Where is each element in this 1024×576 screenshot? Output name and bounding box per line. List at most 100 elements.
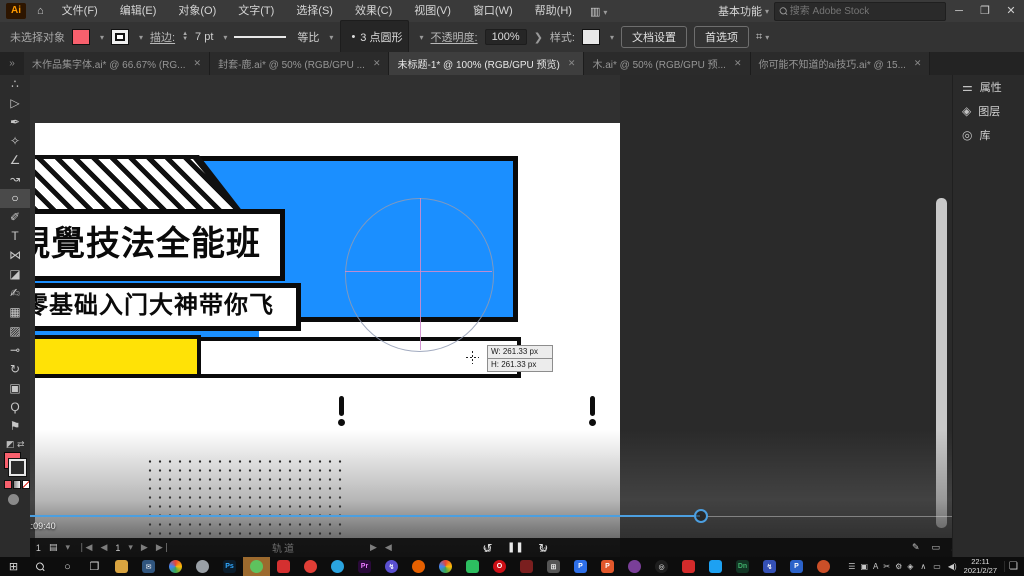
restore-button[interactable]: ❐ (972, 0, 998, 22)
next-file-icon[interactable]: ▶❘ (156, 542, 170, 553)
tab-overflow-icon[interactable]: » (0, 52, 24, 75)
tab-close-icon[interactable]: ✕ (194, 58, 202, 69)
brush-dropdown-icon[interactable]: ▾ (419, 33, 423, 42)
panel-tab-libraries[interactable]: ◎库 (953, 123, 1024, 147)
swap-fill-stroke-icon[interactable]: ◩ ⇄ (6, 439, 30, 450)
menu-窗口W[interactable]: 窗口(W) (462, 0, 524, 22)
opacity-expand-icon[interactable]: ❯ (534, 31, 543, 44)
brush-select[interactable]: •3 点圆形 (340, 20, 409, 54)
paintbrush-tool-icon[interactable]: ✐ (0, 208, 30, 227)
taskbar-app-obs[interactable]: ◎ (648, 557, 675, 576)
artboard[interactable]: 視覺技法全能班 零基础入门大神带你飞 W: 261.33 px H: 261.3… (35, 123, 620, 557)
cortana-icon[interactable]: ○ (54, 561, 81, 573)
isolate-icon[interactable]: ⌗▾ (756, 31, 769, 44)
tab-close-icon[interactable]: ✕ (568, 58, 576, 69)
ab-repeat-start-icon[interactable]: ▶ (370, 542, 377, 553)
pause-icon[interactable]: ❚❚ (507, 542, 524, 553)
ab-repeat-end-icon[interactable]: ◀ (385, 542, 392, 553)
shaper-tool-icon[interactable]: ✍ (0, 284, 30, 303)
reflect-tool-icon[interactable]: ⋈ (0, 246, 30, 265)
taskbar-app-evernote[interactable] (459, 557, 486, 576)
task-view-icon[interactable]: ❐ (81, 560, 108, 573)
taskbar-app-purple-circle-app[interactable] (621, 557, 648, 576)
search-input[interactable] (788, 5, 922, 18)
taskbar-app-ppt-orange[interactable] (810, 557, 837, 576)
gradient-mode-icon[interactable] (13, 480, 21, 489)
zoom-tool-icon[interactable]: Ϙ (0, 398, 30, 417)
fill-stroke-indicator[interactable] (4, 452, 26, 476)
magic-wand-tool-icon[interactable]: ✧ (0, 132, 30, 151)
taskbar-app-grid-app[interactable]: ⊞ (540, 557, 567, 576)
tab-close-icon[interactable]: ✕ (734, 58, 742, 69)
stock-search[interactable]: Ϙ (774, 2, 946, 21)
edit-pencil-icon[interactable]: ✎ (912, 542, 920, 553)
opacity-link[interactable]: 不透明度: (431, 29, 478, 45)
color-mode-icon[interactable] (4, 480, 12, 489)
taskbar-search-icon[interactable]: Ϙ (27, 553, 55, 576)
menu-效果C[interactable]: 效果(C) (344, 0, 403, 22)
artboard-tool-icon[interactable]: ▣ (0, 379, 30, 398)
rotate-tool-icon[interactable]: ↻ (0, 360, 30, 379)
fill-dropdown-icon[interactable]: ▾ (100, 33, 104, 42)
taskbar-app-photoshop[interactable]: Ps (216, 557, 243, 576)
profile-dropdown-icon[interactable]: ▾ (329, 33, 333, 42)
screen-capture-icon[interactable]: ▤ (49, 542, 58, 553)
document-tab-3[interactable]: 未标题-1* @ 100% (RGB/GPU 预览)✕ (389, 52, 584, 75)
progress-handle[interactable] (694, 509, 708, 523)
close-button[interactable]: ✕ (998, 0, 1024, 22)
shape-builder-tool-icon[interactable]: ∴ (0, 75, 30, 94)
tray-icon-1[interactable]: ☰ (848, 562, 855, 571)
none-mode-icon[interactable] (22, 480, 30, 489)
document-tab-5[interactable]: 你可能不知道的ai技巧.ai* @ 15...✕ (751, 52, 931, 75)
tray-icon-3[interactable]: A (873, 562, 878, 571)
tray-icon-5[interactable]: ⚙ (895, 562, 902, 571)
taskbar-app-twitter[interactable] (702, 557, 729, 576)
progress-bar-elapsed[interactable] (0, 515, 700, 517)
taskbar-app-edge-blue[interactable] (324, 557, 351, 576)
taskbar-app-gray-circle-app[interactable] (189, 557, 216, 576)
tab-close-icon[interactable]: ✕ (914, 58, 922, 69)
taskbar-app-chrome[interactable] (432, 557, 459, 576)
document-tab-2[interactable]: 封套-鹿.ai* @ 50% (RGB/GPU ...✕ (210, 52, 389, 75)
profile-label[interactable]: 等比 (297, 29, 319, 45)
tray-icon-6[interactable]: ◈ (907, 562, 913, 571)
taskbar-app-p-blue-app-2[interactable]: P (783, 557, 810, 576)
style-dropdown-icon[interactable]: ▾ (610, 33, 614, 42)
menu-文件F[interactable]: 文件(F) (51, 0, 109, 22)
stroke-color-box[interactable] (9, 459, 26, 476)
canvas-area[interactable]: 視覺技法全能班 零基础入门大神带你飞 W: 261.33 px H: 261.3… (30, 75, 952, 557)
speed-value[interactable]: 1 (115, 543, 120, 553)
direct-selection-tool-icon[interactable]: ▷ (0, 94, 30, 113)
panel-tab-layers[interactable]: ◈图层 (953, 99, 1024, 123)
line-segment-tool-icon[interactable]: ∠ (0, 151, 30, 170)
eraser-tool-icon[interactable]: ◪ (0, 265, 30, 284)
vertical-scrollbar[interactable] (936, 198, 947, 528)
action-center-icon[interactable]: ❏ (1004, 561, 1018, 572)
style-swatch[interactable] (582, 29, 600, 45)
menu-对象O[interactable]: 对象(O) (167, 0, 227, 22)
tray-expand-icon[interactable]: ∧ (920, 562, 926, 571)
document-tab-1[interactable]: 木作品集字体.ai* @ 66.67% (RG...✕ (24, 52, 210, 75)
document-tab-4[interactable]: 木.ai* @ 50% (RGB/GPU 预...✕ (584, 52, 750, 75)
step-back-icon[interactable]: ◀ (100, 542, 107, 553)
step-forward-icon[interactable]: ▶ (141, 542, 148, 553)
perspective-grid-tool-icon[interactable]: ▦ (0, 303, 30, 322)
skip-back-10-icon[interactable]: ↺10 (480, 541, 495, 555)
menu-选择S[interactable]: 选择(S) (285, 0, 344, 22)
ellipse-tool-icon[interactable]: ○ (0, 189, 30, 208)
stroke-dropdown-icon[interactable]: ▾ (139, 33, 143, 42)
taskbar-app-mail[interactable]: ✉ (135, 557, 162, 576)
stroke-color-swatch[interactable] (111, 29, 129, 45)
tray-icon-2[interactable]: ▣ (860, 562, 868, 571)
home-icon[interactable]: ⌂ (30, 5, 51, 17)
type-tool-icon[interactable]: T (0, 227, 30, 246)
taskbar-app-premiere[interactable]: Pr (351, 557, 378, 576)
taskbar-app-wechat[interactable] (243, 557, 270, 576)
stroke-link[interactable]: 描边: (150, 29, 175, 45)
taskbar-app-lightning-blue-app[interactable]: ↯ (756, 557, 783, 576)
flag-tool-icon[interactable]: ⚑ (0, 417, 30, 436)
taskbar-app-red-square-app[interactable] (675, 557, 702, 576)
volume-dropdown-icon[interactable]: ▾ (65, 542, 70, 553)
taskbar-app-safe360[interactable] (297, 557, 324, 576)
menu-视图V[interactable]: 视图(V) (403, 0, 462, 22)
